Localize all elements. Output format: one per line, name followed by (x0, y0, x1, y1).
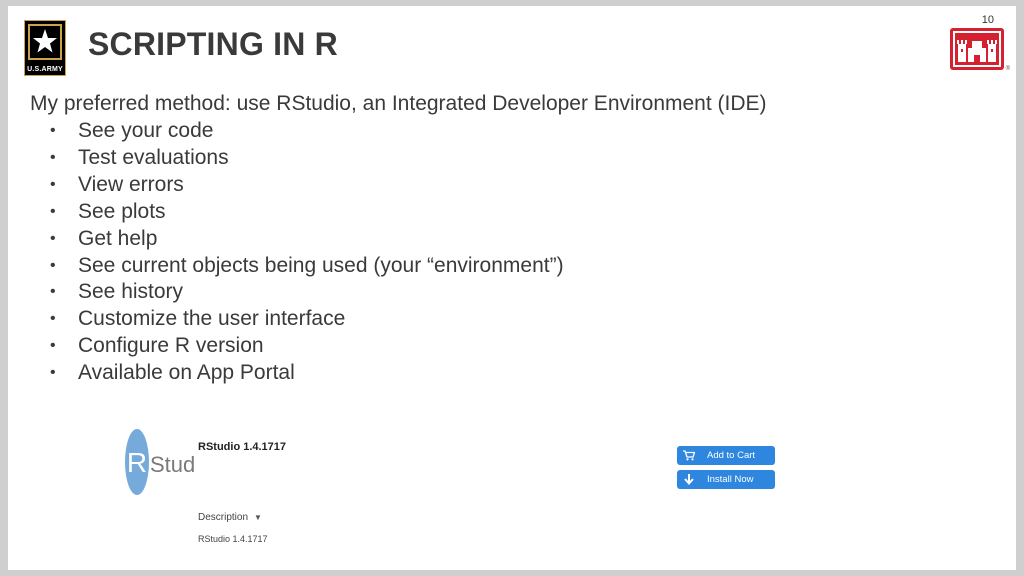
us-army-logo: U.S.ARMY (24, 20, 66, 76)
add-to-cart-label: Add to Cart (707, 450, 756, 461)
list-item: • See plots (30, 199, 767, 226)
description-value: RStudio 1.4.1717 (198, 534, 268, 544)
rstudio-logo-icon: R Studio (125, 429, 212, 495)
slide-content: My preferred method: use RStudio, an Int… (30, 90, 767, 387)
list-item: • Configure R version (30, 333, 767, 360)
app-name: RStudio 1.4.1717 (198, 441, 287, 453)
list-item: • View errors (30, 172, 767, 199)
bullet-icon: • (50, 122, 56, 139)
bullet-icon: • (50, 310, 56, 328)
list-item: • Test evaluations (30, 145, 767, 172)
bullet-icon: • (50, 175, 56, 193)
rstudio-logo: R Studio (125, 426, 212, 498)
description-label: Description (198, 512, 249, 523)
bullet-icon: • (50, 337, 56, 355)
bullet-icon: • (50, 148, 56, 166)
slide: 10 U.S.ARMY SCRIPTING IN R ® My preferre… (8, 6, 1016, 570)
cart-icon (683, 450, 695, 461)
bullet-icon: • (50, 256, 56, 274)
download-arrow-icon (684, 473, 694, 485)
army-logo-text: U.S.ARMY (27, 66, 63, 73)
bullet-list: • See your code • Test evaluations • View e… (30, 118, 767, 387)
bullet-icon: • (50, 283, 56, 301)
list-item: • See current objects being used (your “e… (30, 253, 767, 280)
list-item: • Get help (30, 226, 767, 253)
rstudio-logo-text: Studio (150, 452, 195, 477)
page-number: 10 (981, 14, 994, 26)
list-item: • Customize the user interface (30, 306, 767, 333)
star-icon (33, 29, 57, 53)
chevron-down-icon: ▼ (254, 513, 262, 522)
corps-of-engineers-castle-logo: ® (950, 28, 1010, 72)
install-now-button[interactable]: Install Now (677, 470, 775, 489)
bullet-icon: • (50, 364, 56, 382)
bullet-icon: • (50, 202, 56, 220)
add-to-cart-button[interactable]: Add to Cart (677, 446, 775, 465)
army-star-box (28, 24, 62, 60)
bullet-icon: • (50, 229, 56, 247)
registered-mark-icon: ® (1005, 66, 1010, 72)
install-now-label: Install Now (707, 474, 754, 485)
svg-text:R: R (127, 447, 147, 478)
slide-title: SCRIPTING IN R (88, 26, 338, 62)
intro-text: My preferred method: use RStudio, an Int… (30, 92, 767, 115)
description-toggle[interactable]: Description ▼ (198, 512, 262, 523)
list-item: • Available on App Portal (30, 360, 767, 387)
castle-icon (953, 31, 1001, 67)
list-item: • See your code (30, 118, 767, 145)
list-item: • See history (30, 279, 767, 306)
